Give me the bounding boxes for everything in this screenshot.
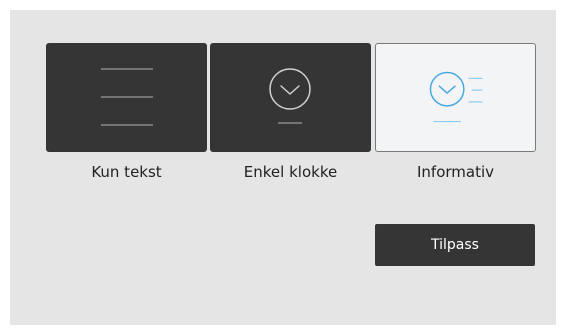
option-text-only-label: Kun tekst bbox=[91, 163, 162, 181]
text-lines-icon bbox=[101, 68, 153, 126]
option-informative-label: Informativ bbox=[416, 163, 495, 181]
watch-face-panel: Kun tekst Enkel klokke Informativ Tilpas… bbox=[10, 10, 556, 325]
clock-with-info-icon bbox=[429, 71, 483, 123]
option-text-only[interactable] bbox=[46, 43, 207, 152]
option-informative[interactable] bbox=[375, 43, 536, 152]
customize-button[interactable]: Tilpass bbox=[375, 224, 535, 266]
clock-icon bbox=[269, 68, 311, 124]
option-simple-clock-label: Enkel klokke bbox=[243, 163, 338, 181]
option-simple-clock[interactable] bbox=[210, 43, 371, 152]
